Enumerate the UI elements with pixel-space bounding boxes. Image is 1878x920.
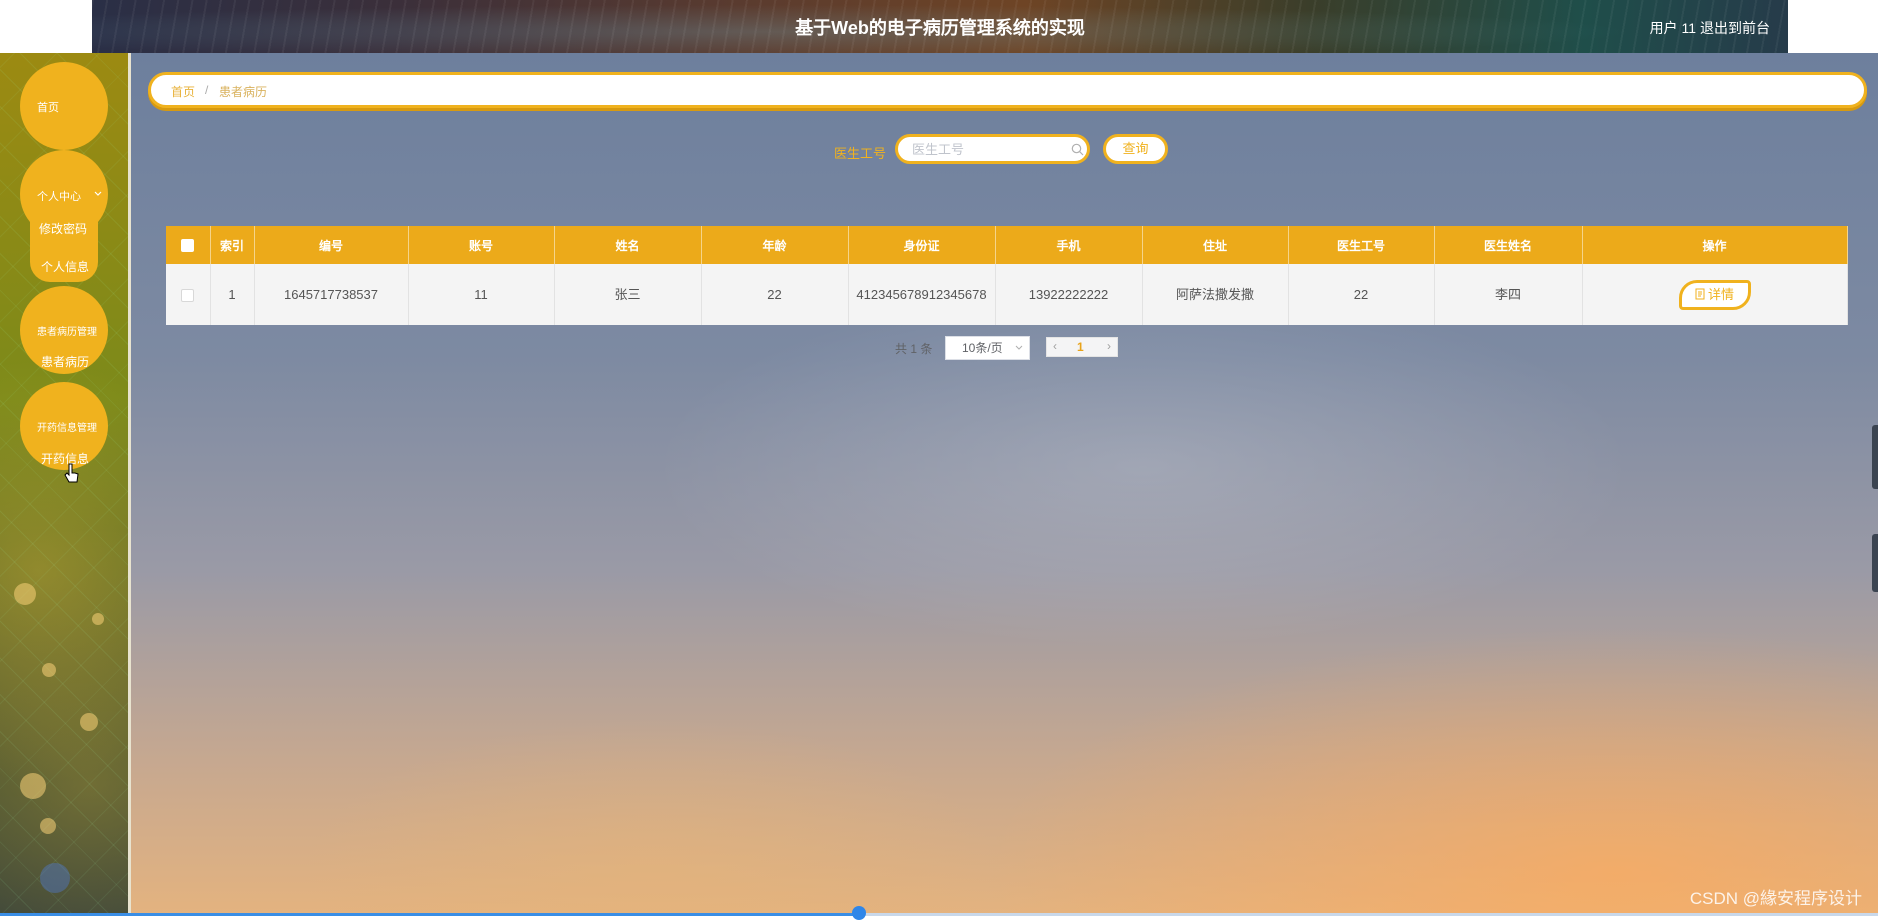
column-header: 身份证: [848, 226, 996, 264]
cell-number: 1645717738537: [254, 264, 409, 325]
column-header: 姓名: [554, 226, 702, 264]
document-icon: [1695, 288, 1705, 299]
cell-index: 1: [210, 264, 255, 325]
chevron-down-icon: [94, 191, 102, 196]
sidebar-decoration: [92, 613, 104, 625]
sidebar-decoration: [40, 818, 56, 834]
select-all-header: [166, 226, 211, 264]
patient-records-table: 索引 编号 账号 姓名 年龄 身份证 手机 住址 医生工号 医生姓名 操作 1 …: [166, 226, 1848, 325]
page-number-current[interactable]: 1: [1077, 340, 1084, 354]
cell-phone: 13922222222: [995, 264, 1143, 325]
sidebar-item-home[interactable]: [20, 62, 108, 150]
column-header: 操作: [1582, 226, 1848, 264]
logout-to-front-link[interactable]: 退出到前台: [1700, 18, 1770, 38]
watermark: CSDN @緣安程序设计: [1689, 889, 1862, 908]
column-header: 编号: [254, 226, 409, 264]
sidebar-item-prescription-management-label: 开药信息管理: [37, 423, 97, 434]
cell-address: 阿萨法撒发撒: [1142, 264, 1289, 325]
sidebar-decoration: [20, 773, 46, 799]
main-background: [128, 53, 1878, 916]
query-button[interactable]: 查询: [1103, 134, 1168, 164]
sidebar-decoration: [42, 663, 56, 677]
pagination-total: 共 1 条: [895, 342, 933, 356]
chevron-right-icon[interactable]: ›: [1107, 339, 1111, 353]
cell-doctor-id: 22: [1288, 264, 1435, 325]
pointer-cursor-icon: [64, 463, 79, 483]
sidebar-item-home-label: 首页: [37, 102, 59, 114]
row-checkbox[interactable]: [181, 288, 195, 302]
app-title: 基于Web的电子病历管理系统的实现: [795, 18, 1085, 38]
top-header: 基于Web的电子病历管理系统的实现 用户 11 退出到前台: [92, 0, 1788, 53]
cell-age: 22: [701, 264, 849, 325]
column-header: 索引: [210, 226, 255, 264]
column-header: 年龄: [701, 226, 849, 264]
detail-button-label: 详情: [1707, 286, 1734, 302]
cell-account: 11: [408, 264, 555, 325]
sidebar-decoration: [40, 863, 70, 893]
sidebar-item-patient-records[interactable]: 患者病历: [41, 353, 89, 370]
cell-doctor-name: 李四: [1434, 264, 1583, 325]
side-scroll-handle[interactable]: [1872, 534, 1878, 592]
column-header: 手机: [995, 226, 1143, 264]
page-size-value: 10条/页: [962, 341, 1003, 355]
pagination-pager: ‹ 1 ›: [1046, 337, 1118, 357]
sidebar-item-personal-center-label: 个人中心: [37, 191, 81, 203]
breadcrumb-home-link[interactable]: 首页: [171, 83, 195, 100]
table-row: 1 1645717738537 11 张三 22 412345678912345…: [166, 264, 1848, 325]
sidebar-decoration: [14, 583, 36, 605]
column-header: 账号: [408, 226, 555, 264]
row-select-cell: [166, 264, 211, 325]
column-header: 医生工号: [1288, 226, 1435, 264]
horizontal-scrollbar-knob[interactable]: [852, 906, 866, 920]
search-icon: [1071, 143, 1084, 156]
sidebar-item-record-management-label: 患者病历管理: [37, 327, 97, 338]
cell-actions: 详情: [1582, 264, 1848, 325]
doctor-id-search-input[interactable]: [895, 134, 1090, 164]
breadcrumb-separator: /: [205, 83, 209, 97]
column-header: 医生姓名: [1434, 226, 1583, 264]
breadcrumb: 首页 / 患者病历: [148, 72, 1867, 108]
column-header: 住址: [1142, 226, 1289, 264]
detail-button[interactable]: 详情: [1678, 279, 1751, 310]
sidebar-item-personal-info[interactable]: 个人信息: [41, 258, 89, 275]
cell-id-card: 412345678912345678: [848, 264, 996, 325]
table-header-row: 索引 编号 账号 姓名 年龄 身份证 手机 住址 医生工号 医生姓名 操作: [166, 226, 1848, 264]
side-scroll-handle[interactable]: [1872, 425, 1878, 489]
sidebar-item-change-password[interactable]: 修改密码: [39, 220, 87, 237]
sidebar-decoration: [80, 713, 98, 731]
breadcrumb-current: 患者病历: [219, 85, 268, 99]
chevron-down-icon: [1015, 345, 1023, 350]
doctor-id-label: 医生工号: [834, 146, 887, 161]
current-user-link[interactable]: 用户 11: [1650, 18, 1696, 38]
cell-name: 张三: [554, 264, 702, 325]
page-size-select[interactable]: 10条/页: [945, 336, 1030, 360]
select-all-checkbox[interactable]: [181, 239, 195, 253]
chevron-left-icon[interactable]: ‹: [1053, 339, 1057, 353]
